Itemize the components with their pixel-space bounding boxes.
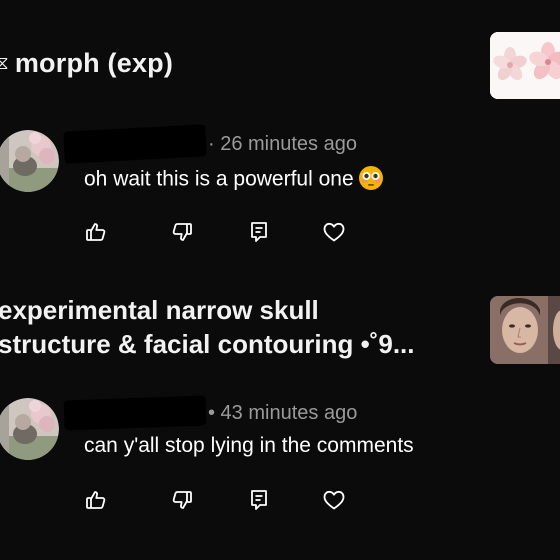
avatar[interactable] [0, 130, 59, 192]
comment-text-body: oh wait this is a powerful one [84, 167, 354, 191]
heart-icon[interactable] [322, 488, 346, 512]
like-icon[interactable] [84, 488, 108, 512]
like-icon[interactable] [84, 220, 108, 244]
avatar[interactable] [0, 398, 59, 460]
redacted-username [63, 395, 207, 431]
dislike-icon[interactable] [170, 220, 194, 244]
video-title-skull[interactable]: experimental narrow skull structure & fa… [0, 293, 415, 361]
video-title-text: morph (exp) [14, 48, 174, 78]
cherry-blossom-thumbnail[interactable] [490, 32, 560, 99]
flushed-face-emoji-icon [358, 165, 384, 191]
dislike-icon[interactable] [170, 488, 194, 512]
heart-icon[interactable] [322, 220, 346, 244]
reply-icon[interactable] [247, 488, 271, 512]
video-title-line1: experimental narrow skull [0, 295, 319, 325]
comment-text: oh wait this is a powerful one [84, 165, 384, 193]
video-title-morph[interactable]: ⧖ morph (exp) [0, 48, 173, 79]
face-photo-thumbnail[interactable] [490, 296, 560, 364]
redacted-username [63, 124, 207, 164]
reply-icon[interactable] [247, 220, 271, 244]
hourglass-icon: ⧖ [0, 53, 9, 73]
video-title-line2: structure & facial contouring •˚9... [0, 329, 415, 359]
comment-text: can y'all stop lying in the comments [84, 434, 414, 457]
comment-timestamp: · 26 minutes ago [208, 133, 357, 155]
comment-timestamp: • 43 minutes ago [208, 402, 358, 424]
